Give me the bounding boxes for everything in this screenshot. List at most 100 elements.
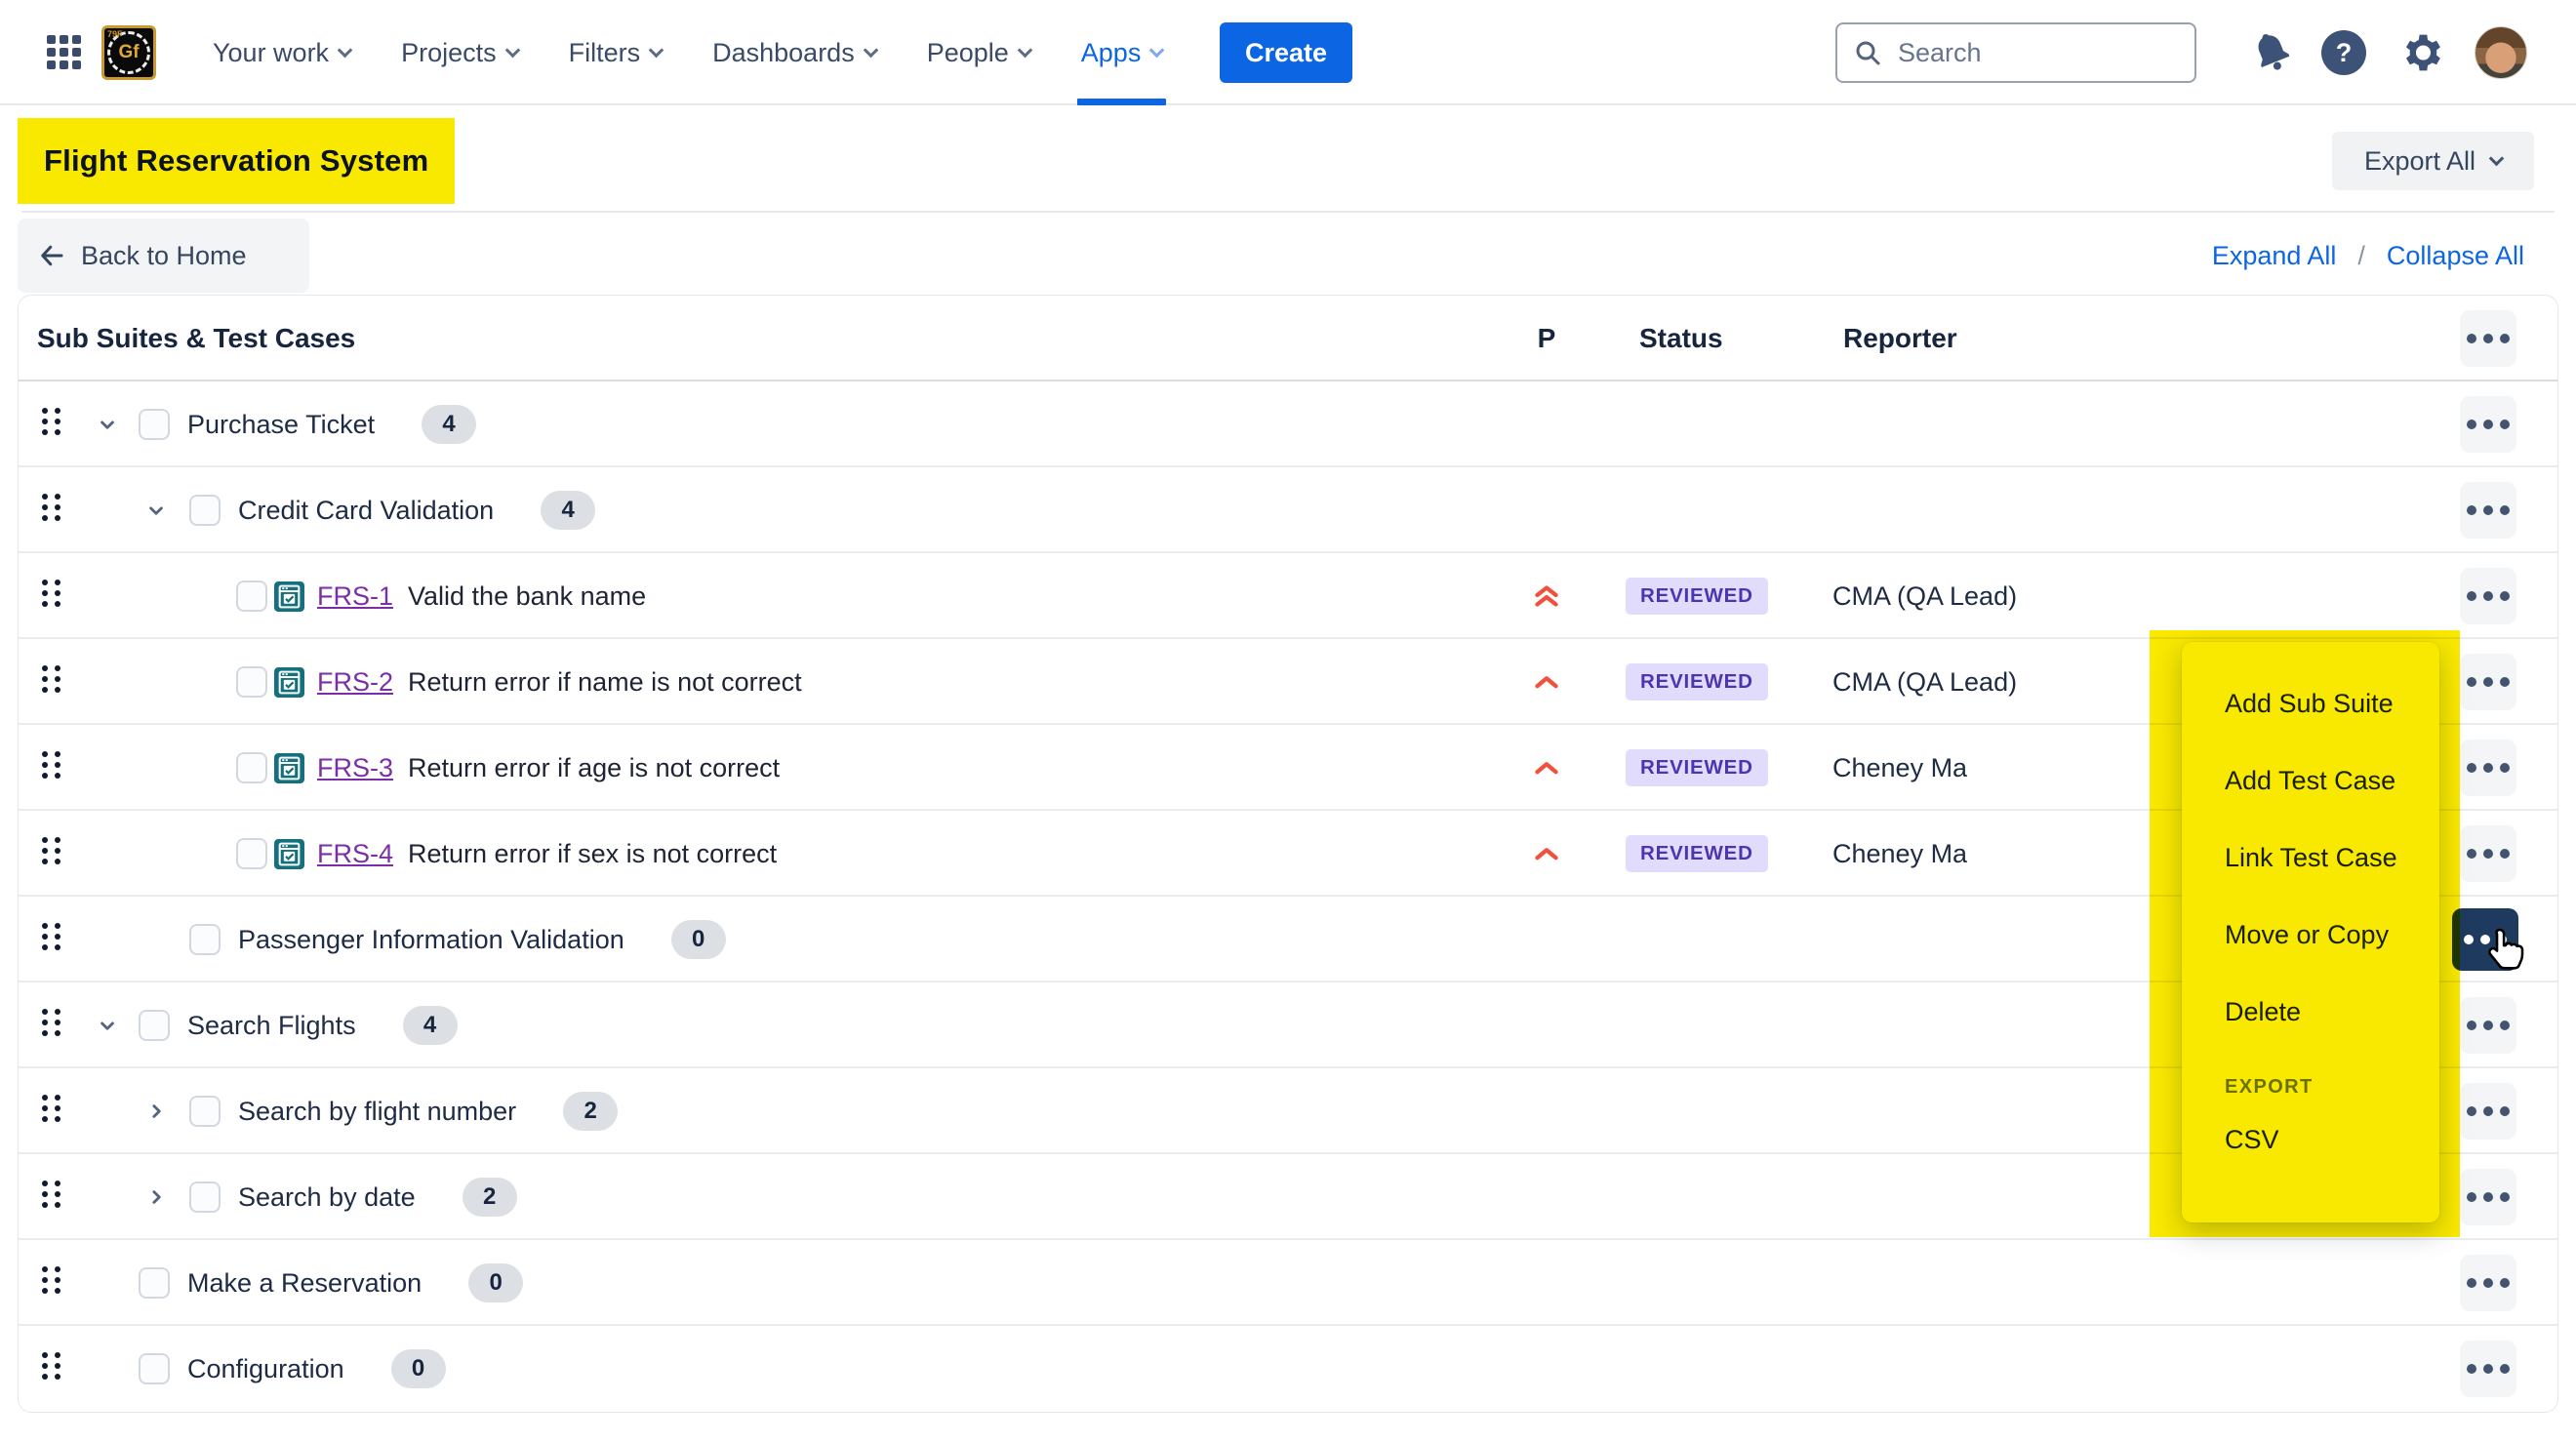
suite-label: Make a Reservation [187, 1268, 422, 1299]
row-checkbox[interactable] [189, 924, 221, 955]
column-header-status: Status [1639, 296, 1723, 381]
row-content: Purchase Ticket 4 [187, 381, 476, 467]
back-to-home-button[interactable]: Back to Home [18, 219, 309, 293]
row-checkbox[interactable] [139, 1010, 170, 1041]
row-checkbox[interactable] [139, 1353, 170, 1384]
drag-handle-icon[interactable] [42, 1095, 60, 1122]
nav-filters[interactable]: Filters [569, 0, 663, 105]
expand-chevron-icon[interactable] [143, 498, 169, 523]
row-checkbox[interactable] [236, 752, 267, 783]
logo-text: Gf [118, 42, 139, 63]
test-case-key-link[interactable]: FRS-2 [317, 667, 393, 698]
drag-handle-icon[interactable] [42, 1009, 60, 1036]
menu-item-csv[interactable]: CSV [2182, 1102, 2439, 1179]
drag-handle-icon[interactable] [42, 665, 60, 693]
table-body: Purchase Ticket 4 Credit Card Validation… [19, 381, 2557, 1412]
drag-handle-icon[interactable] [42, 1266, 60, 1294]
suite-label: Search by date [238, 1182, 416, 1213]
table-row: Search by flight number 2 [19, 1068, 2557, 1154]
expand-chevron-icon[interactable] [95, 412, 120, 437]
expand-all-link[interactable]: Expand All [2212, 241, 2337, 271]
row-more-button[interactable] [2460, 1255, 2516, 1311]
menu-item-add-test-case[interactable]: Add Test Case [2182, 742, 2439, 820]
count-badge: 0 [468, 1263, 523, 1302]
test-case-title: Return error if age is not correct [408, 753, 780, 783]
count-badge: 0 [671, 920, 726, 959]
app-switcher-icon[interactable] [47, 35, 81, 69]
row-more-button[interactable] [2460, 396, 2516, 453]
count-badge: 4 [403, 1006, 458, 1045]
row-content: FRS-2 Return error if name is not correc… [274, 639, 802, 725]
site-logo[interactable]: 79F Gf [101, 25, 156, 80]
help-icon[interactable] [2321, 30, 2366, 75]
reporter: Cheney Ma [1832, 725, 1967, 811]
reporter: CMA (QA Lead) [1832, 639, 2017, 725]
search-box [1835, 22, 2196, 83]
test-case-key-link[interactable]: FRS-1 [317, 581, 393, 612]
row-more-button[interactable] [2460, 740, 2516, 796]
row-checkbox[interactable] [189, 1096, 221, 1127]
create-button[interactable]: Create [1220, 22, 1352, 83]
drag-handle-icon[interactable] [42, 1352, 60, 1380]
nav-apps[interactable]: Apps [1081, 0, 1163, 105]
expand-chevron-icon[interactable] [143, 1099, 169, 1124]
expand-chevron-icon[interactable] [95, 1013, 120, 1038]
drag-handle-icon[interactable] [42, 494, 60, 521]
row-checkbox[interactable] [139, 1267, 170, 1299]
search-input[interactable] [1896, 37, 2159, 69]
drag-handle-icon[interactable] [42, 580, 60, 607]
row-more-button[interactable] [2460, 997, 2516, 1054]
row-more-button[interactable] [2460, 482, 2516, 539]
export-all-button[interactable]: Export All [2332, 132, 2534, 190]
row-more-button[interactable] [2452, 908, 2518, 971]
page-title-highlight: Flight Reservation System [18, 118, 455, 204]
row-more-button[interactable] [2460, 1341, 2516, 1397]
row-more-button[interactable] [2460, 1169, 2516, 1225]
settings-gear-icon[interactable] [2398, 31, 2441, 77]
menu-item-link-test-case[interactable]: Link Test Case [2182, 820, 2439, 897]
drag-handle-icon[interactable] [42, 1181, 60, 1208]
nav-your-work[interactable]: Your work [213, 0, 350, 105]
nav-dashboards[interactable]: Dashboards [712, 0, 876, 105]
drag-handle-icon[interactable] [42, 751, 60, 779]
row-more-button[interactable] [2460, 1083, 2516, 1140]
status-badge: REVIEWED [1626, 578, 1768, 615]
row-checkbox[interactable] [189, 495, 221, 526]
table-more-button[interactable] [2460, 310, 2516, 367]
drag-handle-icon[interactable] [42, 837, 60, 864]
row-more-button[interactable] [2460, 825, 2516, 882]
main-nav: Your work Projects Filters Dashboards Pe… [213, 0, 1162, 105]
test-case-key-link[interactable]: FRS-3 [317, 753, 393, 783]
user-avatar[interactable] [2475, 26, 2527, 79]
suite-label: Search Flights [187, 1011, 356, 1041]
row-content: FRS-3 Return error if age is not correct [274, 725, 780, 811]
row-content: Search Flights 4 [187, 982, 458, 1068]
count-badge: 2 [463, 1178, 517, 1217]
notifications-bell-icon[interactable] [2249, 29, 2294, 77]
count-badge: 0 [391, 1349, 446, 1388]
top-navbar: 79F Gf Your work Projects Filters Dashbo… [0, 0, 2576, 105]
test-case-key-link[interactable]: FRS-4 [317, 839, 393, 869]
row-more-button[interactable] [2460, 654, 2516, 710]
collapse-all-link[interactable]: Collapse All [2387, 241, 2524, 271]
nav-projects[interactable]: Projects [401, 0, 518, 105]
drag-handle-icon[interactable] [42, 408, 60, 435]
table-row: FRS-4 Return error if sex is not correct… [19, 811, 2557, 897]
suite-label: Search by flight number [238, 1097, 516, 1127]
status-badge: REVIEWED [1626, 835, 1768, 872]
nav-people[interactable]: People [927, 0, 1030, 105]
drag-handle-icon[interactable] [42, 923, 60, 950]
test-case-title: Valid the bank name [408, 581, 646, 612]
test-case-title: Return error if name is not correct [408, 667, 802, 698]
menu-item-add-sub-suite[interactable]: Add Sub Suite [2182, 665, 2439, 742]
row-checkbox[interactable] [236, 581, 267, 612]
expand-chevron-icon[interactable] [143, 1184, 169, 1210]
row-checkbox[interactable] [236, 666, 267, 698]
menu-item-move-or-copy[interactable]: Move or Copy [2182, 897, 2439, 974]
row-more-button[interactable] [2460, 568, 2516, 624]
row-checkbox[interactable] [189, 1182, 221, 1213]
row-checkbox[interactable] [139, 409, 170, 440]
menu-item-delete[interactable]: Delete [2182, 974, 2439, 1051]
row-checkbox[interactable] [236, 838, 267, 869]
row-content: Configuration 0 [187, 1326, 446, 1412]
